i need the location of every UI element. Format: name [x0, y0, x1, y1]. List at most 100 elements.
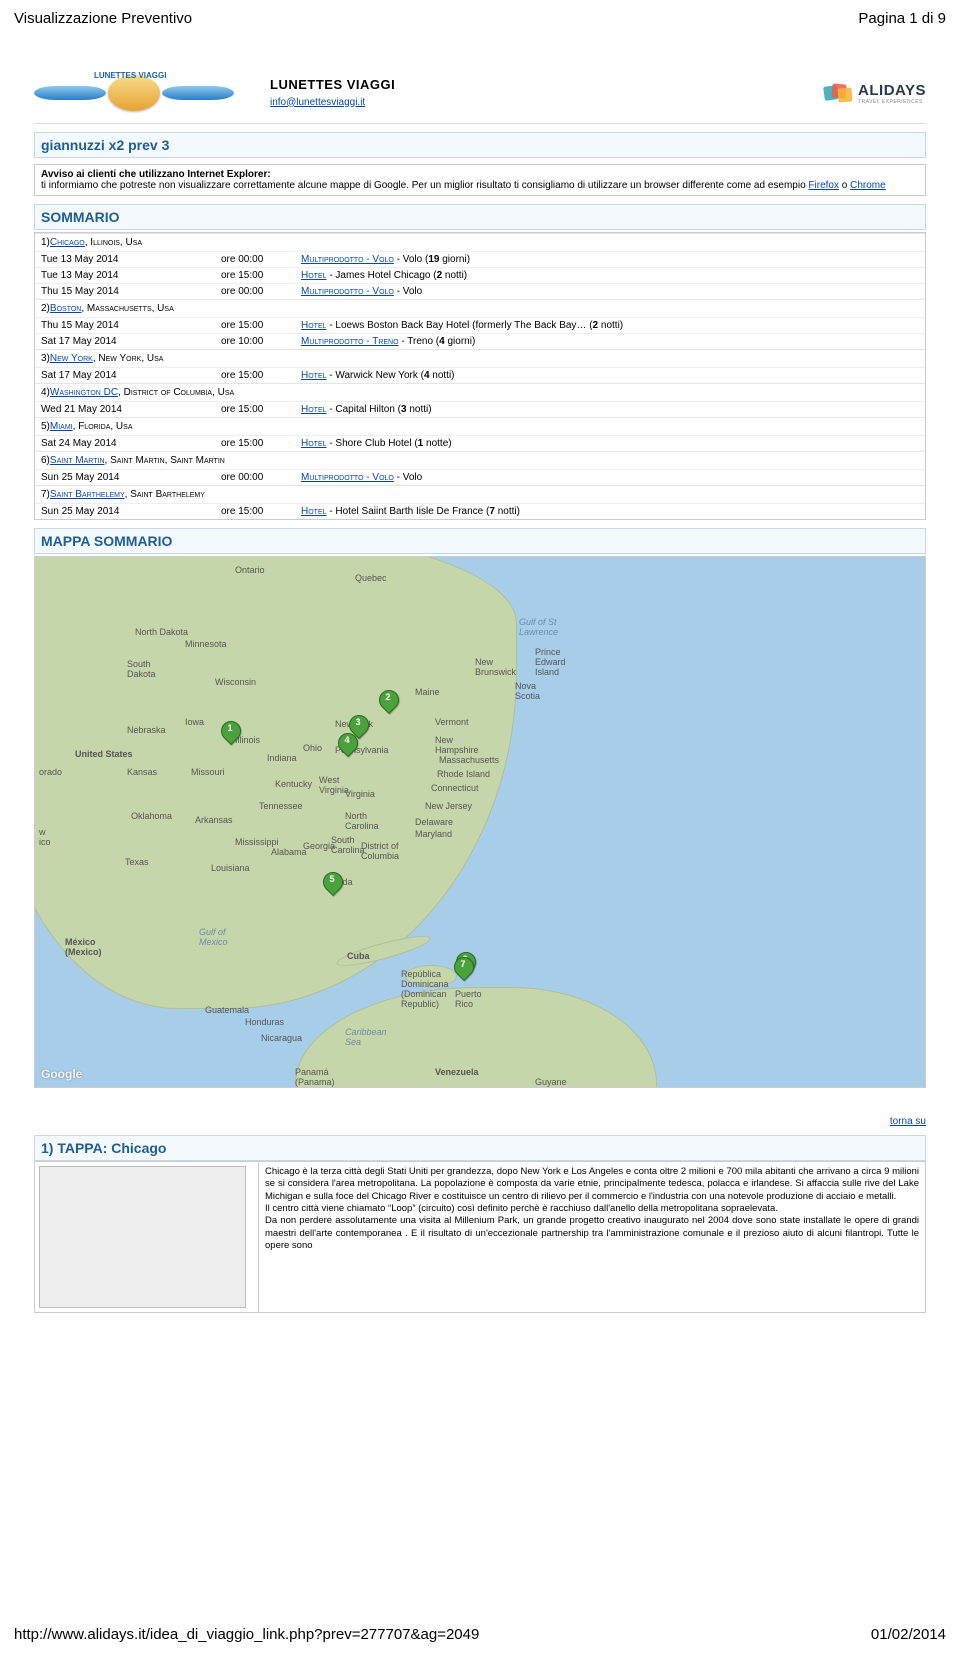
summary-map[interactable]: OntarioQuebecNorth DakotaSouthDakotaMinn…: [34, 556, 926, 1088]
map-water-label: CaribbeanSea: [345, 1027, 387, 1047]
map-label: Missouri: [191, 767, 225, 777]
map-label: Guatemala: [205, 1005, 249, 1015]
alidays-logo: ALIDAYS TRAVEL EXPERIENCES: [776, 76, 926, 110]
city-link[interactable]: Boston: [50, 303, 81, 314]
map-label: NewBrunswick: [475, 657, 516, 677]
map-label: District ofColumbia: [361, 841, 399, 861]
map-pin[interactable]: 2: [379, 690, 397, 716]
map-title: MAPPA SOMMARIO: [34, 528, 926, 554]
map-label: Texas: [125, 857, 149, 867]
map-pin[interactable]: 7: [454, 957, 472, 983]
product-link[interactable]: Hotel: [301, 438, 327, 449]
map-label: Maryland: [415, 829, 452, 839]
product-link[interactable]: Multiprodotto - Treno: [301, 336, 399, 347]
map-label: United States: [75, 749, 133, 759]
map-label: Wisconsin: [215, 677, 256, 687]
map-label: Tennessee: [259, 801, 303, 811]
map-water-label: Gulf ofMexico: [199, 927, 228, 947]
map-pin[interactable]: 1: [221, 721, 239, 747]
product-link[interactable]: Multiprodotto - Volo: [301, 254, 394, 265]
map-label: wico: [39, 827, 51, 847]
map-label: Virginia: [345, 789, 375, 799]
map-label: Vermont: [435, 717, 469, 727]
brand-email[interactable]: info@lunettesviaggi.it: [270, 97, 365, 108]
summary-city-row: 5)Miami, Florida, Usa: [35, 417, 925, 435]
firefox-link[interactable]: Firefox: [808, 180, 839, 191]
summary-item-row: Tue 13 May 2014ore 15:00Hotel - James Ho…: [35, 267, 925, 283]
map-label: Mississippi: [235, 837, 279, 847]
summary-city-row: 1)Chicago, Illinois, Usa: [35, 233, 925, 251]
map-label: Rhode Island: [437, 769, 490, 779]
map-label: Minnesota: [185, 639, 227, 649]
map-label: North Dakota: [135, 627, 188, 637]
map-label: Arkansas: [195, 815, 233, 825]
summary-item-row: Sun 25 May 2014ore 15:00Hotel - Hotel Sa…: [35, 503, 925, 519]
map-label: NewHampshire: [435, 735, 479, 755]
city-link[interactable]: Miami: [50, 421, 73, 432]
map-label: Cuba: [347, 951, 370, 961]
city-link[interactable]: Saint Martin: [50, 455, 105, 466]
sommario-title: SOMMARIO: [34, 204, 926, 230]
page-indicator: Pagina 1 di 9: [858, 10, 946, 27]
summary-item-row: Wed 21 May 2014ore 15:00Hotel - Capital …: [35, 401, 925, 417]
summary-item-row: Tue 13 May 2014ore 00:00Multiprodotto - …: [35, 251, 925, 267]
city-link[interactable]: Washington DC: [50, 387, 118, 398]
city-link[interactable]: New York: [50, 353, 93, 364]
summary-item-row: Sat 24 May 2014ore 15:00Hotel - Shore Cl…: [35, 435, 925, 451]
map-label: Ontario: [235, 565, 265, 575]
summary-city-row: 6)Saint Martin, Saint Martin, Saint Mart…: [35, 451, 925, 469]
map-label: Connecticut: [431, 783, 479, 793]
map-pin[interactable]: 4: [338, 733, 356, 759]
summary-city-row: 2)Boston, Massachusetts, Usa: [35, 299, 925, 317]
map-label: Nebraska: [127, 725, 166, 735]
tappa-image-placeholder: [39, 1166, 246, 1308]
summary-item-row: Thu 15 May 2014ore 00:00Multiprodotto - …: [35, 283, 925, 299]
map-pin[interactable]: 5: [323, 872, 341, 898]
summary-item-row: Thu 15 May 2014ore 15:00Hotel - Loews Bo…: [35, 317, 925, 333]
summary-city-row: 4)Washington DC, District of Columbia, U…: [35, 383, 925, 401]
map-label: Indiana: [267, 753, 297, 763]
city-link[interactable]: Chicago: [50, 237, 85, 248]
back-to-top-link[interactable]: torna su: [890, 1116, 926, 1127]
tappa-title: 1) TAPPA: Chicago: [34, 1135, 926, 1161]
product-link[interactable]: Hotel: [301, 270, 327, 281]
product-link[interactable]: Multiprodotto - Volo: [301, 472, 394, 483]
map-label: Ohio: [303, 743, 322, 753]
lunettes-logo: LUNETTES VIAGGI: [34, 71, 234, 115]
summary-table: 1)Chicago, Illinois, UsaTue 13 May 2014o…: [34, 232, 926, 520]
browser-warning: Avviso ai clienti che utilizzano Interne…: [34, 164, 926, 196]
map-label: SouthCarolina: [331, 835, 365, 855]
tappa-box: Chicago è la terza città degli Stati Uni…: [34, 1161, 926, 1313]
product-link[interactable]: Hotel: [301, 404, 327, 415]
summary-item-row: Sat 17 May 2014ore 10:00Multiprodotto - …: [35, 333, 925, 349]
product-link[interactable]: Hotel: [301, 320, 327, 331]
map-label: México(Mexico): [65, 937, 102, 957]
map-label: PuertoRico: [455, 989, 482, 1009]
map-label: PrinceEdwardIsland: [535, 647, 566, 677]
map-water-label: Gulf of StLawrence: [519, 617, 558, 637]
chrome-link[interactable]: Chrome: [850, 180, 886, 191]
map-label: Honduras: [245, 1017, 284, 1027]
product-link[interactable]: Hotel: [301, 506, 327, 517]
logo-bar: LUNETTES VIAGGI LUNETTES VIAGGI info@lun…: [34, 67, 926, 124]
product-link[interactable]: Hotel: [301, 370, 327, 381]
footer-date: 01/02/2014: [871, 1626, 946, 1643]
map-label: Iowa: [185, 717, 204, 727]
map-label: RepúblicaDominicana(DominicanRepublic): [401, 969, 449, 1009]
city-link[interactable]: Saint Barthelemy: [50, 489, 125, 500]
map-label: Louisiana: [211, 863, 250, 873]
google-watermark: Google: [41, 1067, 82, 1081]
map-label: Venezuela: [435, 1067, 479, 1077]
doc-title: Visualizzazione Preventivo: [14, 10, 192, 27]
map-label: orado: [39, 767, 62, 777]
brand-name: LUNETTES VIAGGI: [270, 77, 740, 92]
product-link[interactable]: Multiprodotto - Volo: [301, 286, 394, 297]
map-label: Guyane(French Guiana): [535, 1077, 601, 1088]
summary-item-row: Sun 25 May 2014ore 00:00Multiprodotto - …: [35, 469, 925, 485]
quote-title: giannuzzi x2 prev 3: [34, 132, 926, 158]
map-label: Oklahoma: [131, 811, 172, 821]
map-label: Alabama: [271, 847, 307, 857]
map-label: Delaware: [415, 817, 453, 827]
tappa-body: Chicago è la terza città degli Stati Uni…: [259, 1162, 925, 1312]
summary-city-row: 3)New York, New York, Usa: [35, 349, 925, 367]
